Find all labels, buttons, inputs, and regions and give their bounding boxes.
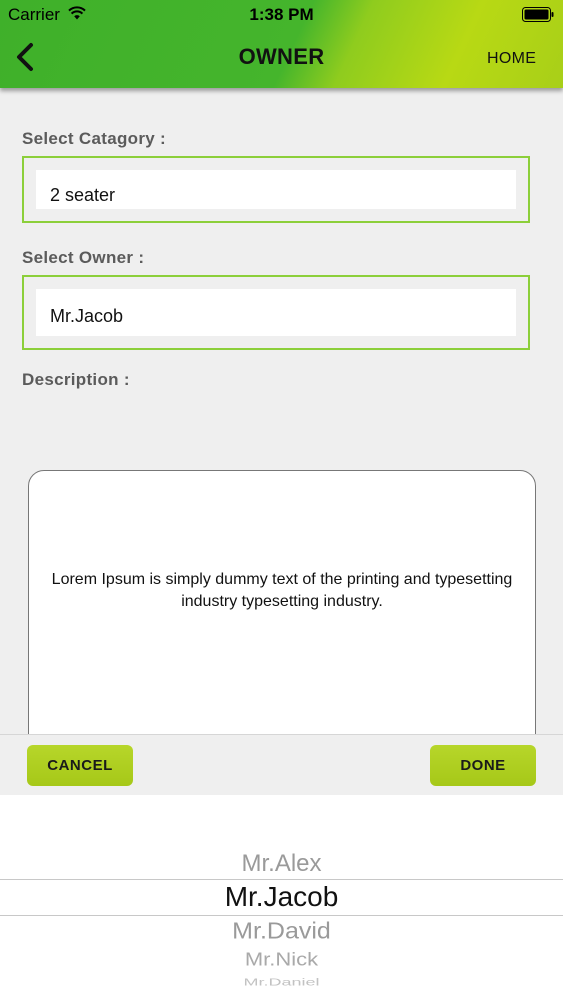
description-text: Lorem Ipsum is simply dummy text of the … [51, 571, 513, 610]
cancel-button[interactable]: CANCEL [27, 745, 133, 786]
owner-field-inner: Mr.Jacob [36, 289, 516, 336]
home-button[interactable]: HOME [487, 50, 536, 68]
category-field[interactable]: 2 seater [22, 156, 530, 223]
picker-option[interactable]: Mr.Daniel [0, 977, 563, 989]
category-label: Select Catagory : [22, 129, 166, 148]
done-button[interactable]: DONE [430, 745, 536, 786]
status-bar: Carrier 1:38 PM [0, 0, 563, 30]
owner-label: Select Owner : [22, 248, 145, 267]
navigation-header: Carrier 1:38 PM OWNER HOME [0, 0, 563, 88]
picker-option-selected[interactable]: Mr.Jacob [0, 881, 563, 913]
description-textarea[interactable]: Lorem Ipsum is simply dummy text of the … [28, 470, 536, 770]
owner-field[interactable]: Mr.Jacob [22, 275, 530, 350]
picker-toolbar: CANCEL DONE [0, 734, 563, 795]
category-value: 2 seater [50, 185, 116, 205]
category-field-inner: 2 seater [36, 170, 516, 209]
owner-value: Mr.Jacob [50, 306, 124, 326]
picker-option[interactable]: Mr.Alex [0, 850, 563, 878]
picker-selection-top-line [0, 879, 563, 880]
owner-picker-wheel[interactable]: Mr.Alex Mr.Jacob Mr.David Mr.Nick Mr.Dan… [0, 795, 563, 1000]
picker-selection-bottom-line [0, 915, 563, 916]
battery-icon [522, 7, 554, 22]
description-label: Description : [22, 370, 130, 389]
clock: 1:38 PM [249, 5, 314, 24]
picker-option[interactable]: Mr.Nick [0, 949, 563, 970]
picker-option[interactable]: Mr.David [0, 918, 563, 945]
page-title: OWNER [238, 44, 325, 69]
